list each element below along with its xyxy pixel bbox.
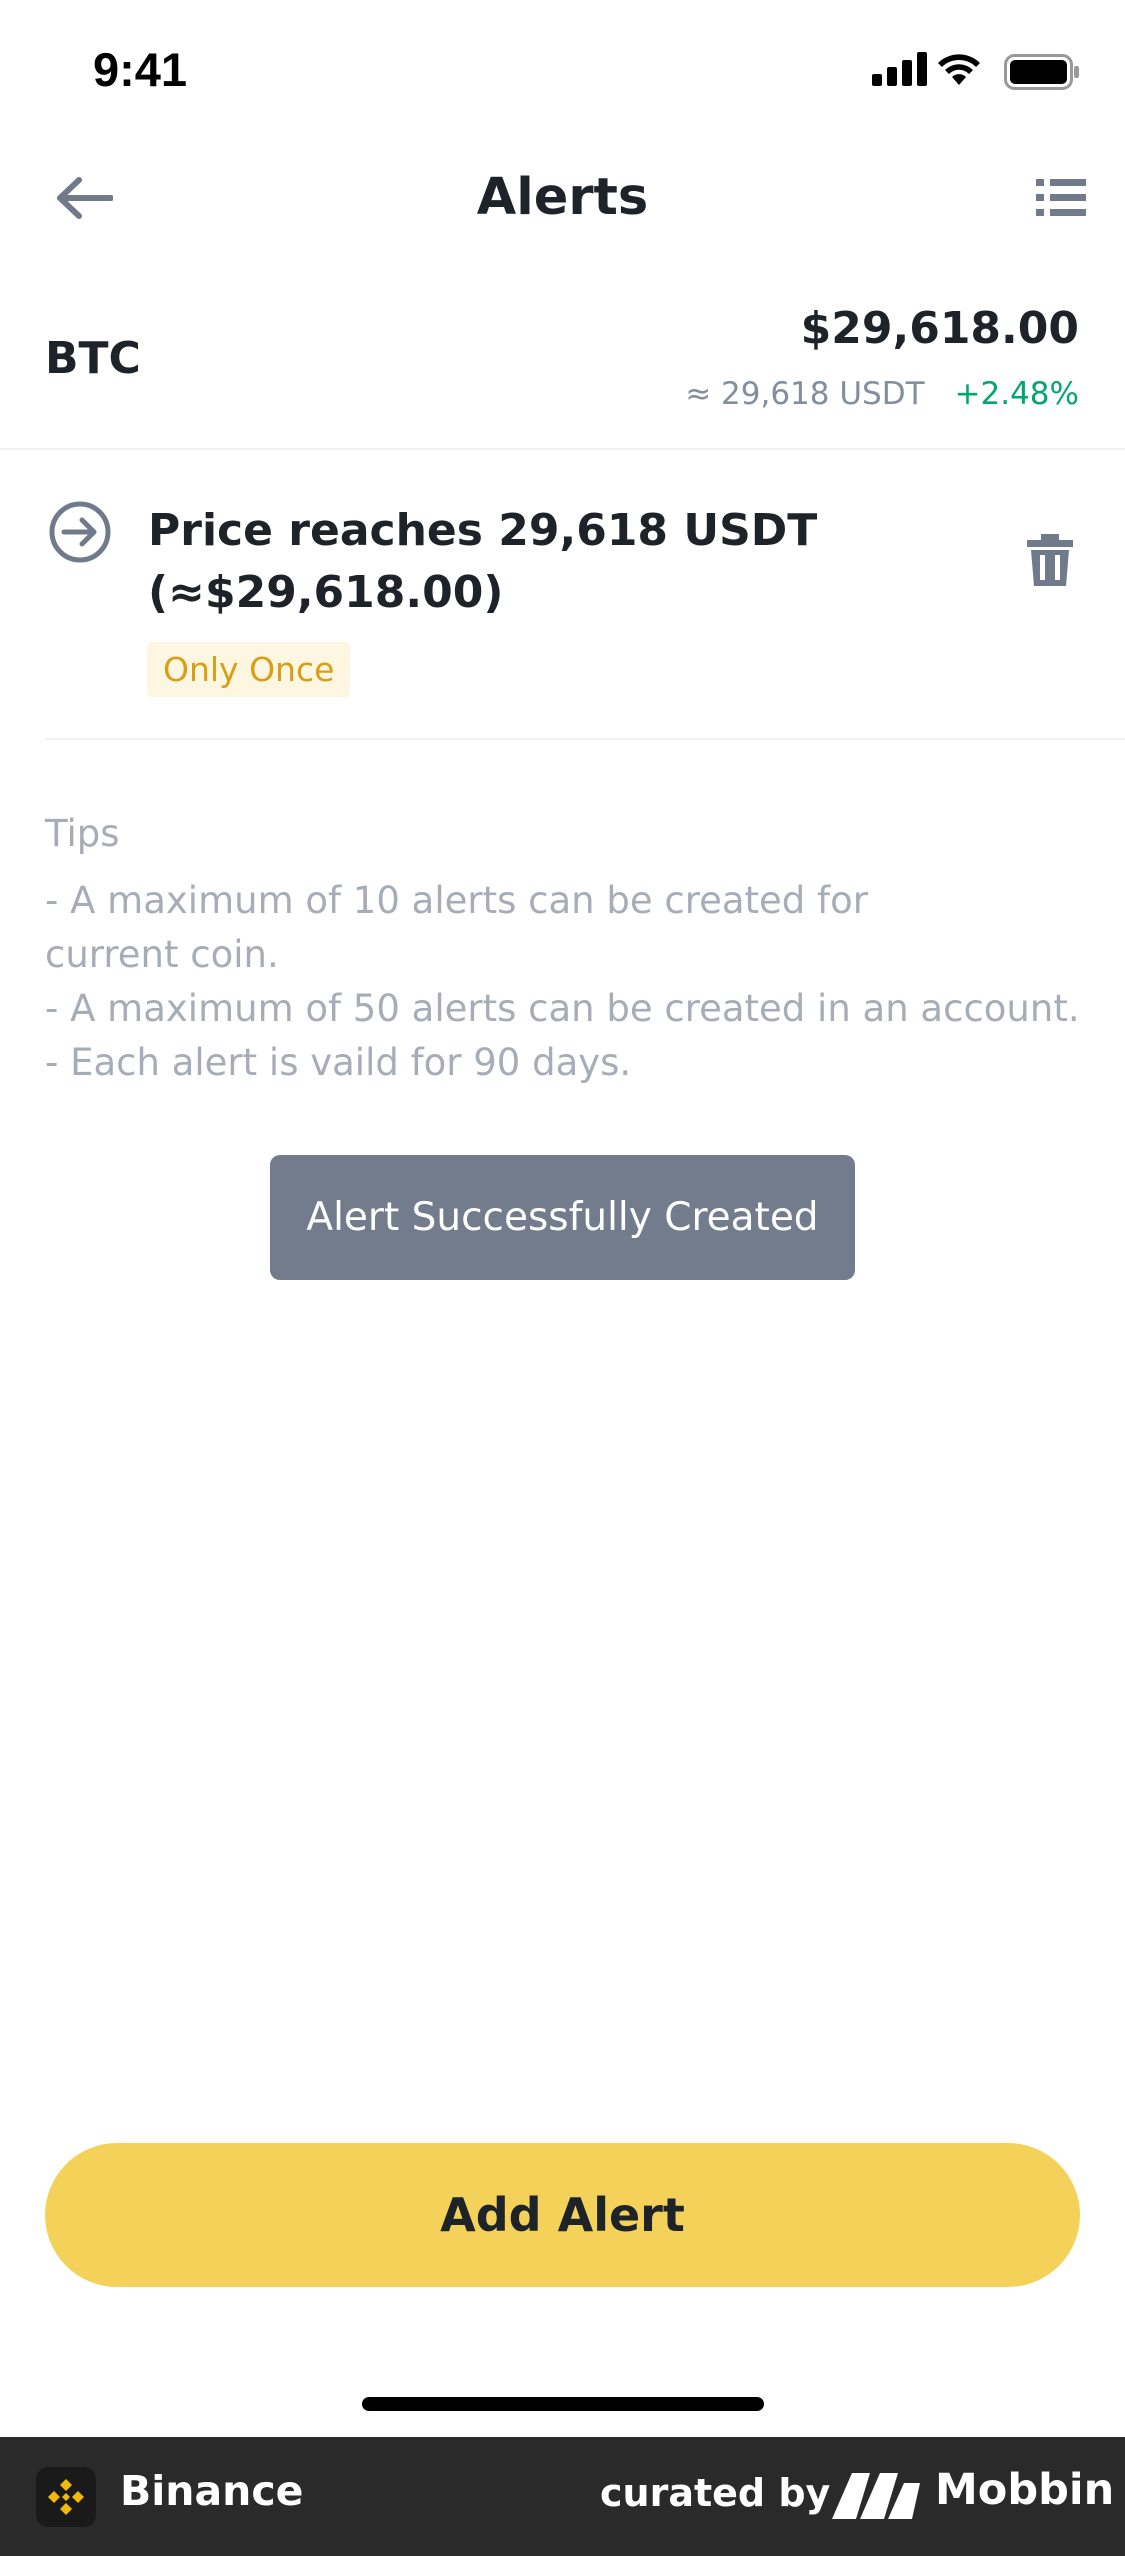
- footer-app-name: Binance: [120, 2467, 304, 2515]
- ticker-usdt-value: ≈ 29,618 USDT: [685, 376, 925, 412]
- alert-condition-line1: Price reaches 29,618 USDT: [148, 505, 818, 556]
- delete-alert-button[interactable]: [1025, 532, 1075, 588]
- divider: [45, 738, 1125, 740]
- page-title: Alerts: [476, 168, 649, 227]
- success-toast: Alert Successfully Created: [270, 1155, 855, 1280]
- add-alert-button[interactable]: Add Alert: [45, 2143, 1080, 2287]
- mobbin-logo-icon: [832, 2473, 920, 2519]
- tips-title: Tips: [45, 812, 120, 855]
- ticker-change: +2.48%: [954, 376, 1079, 412]
- alert-condition-line2: (≈$29,618.00): [148, 567, 504, 618]
- tips-line: current coin.: [45, 933, 279, 976]
- footer-bar: Binance curated by Mobbin: [0, 2437, 1125, 2556]
- list-icon: [1036, 179, 1086, 216]
- home-indicator: [362, 2397, 764, 2411]
- trash-icon: [1027, 534, 1073, 586]
- signal-icon: [872, 52, 927, 86]
- binance-logo-icon: [36, 2467, 96, 2527]
- footer-curated-by: curated by: [600, 2471, 831, 2515]
- wifi-icon: [938, 54, 980, 85]
- ticker-subline: ≈ 29,618 USDT +2.48%: [685, 376, 1079, 412]
- battery-icon: [1004, 54, 1079, 90]
- tips-list: - A maximum of 10 alerts can be created …: [45, 874, 1085, 1090]
- status-time: 9:41: [93, 43, 188, 96]
- alert-condition: Price reaches 29,618 USDT (≈$29,618.00): [148, 500, 868, 624]
- ticker-price: $29,618.00: [800, 303, 1079, 354]
- alert-list-button[interactable]: [1025, 166, 1097, 230]
- tips-line: - A maximum of 50 alerts can be created …: [45, 987, 1080, 1030]
- ticker-symbol: BTC: [45, 333, 141, 384]
- footer-brand: Mobbin: [935, 2465, 1115, 2515]
- divider: [0, 448, 1125, 450]
- tips-line: - Each alert is vaild for 90 days.: [45, 1041, 632, 1084]
- tips-line: - A maximum of 10 alerts can be created …: [45, 879, 868, 922]
- arrow-right-circle-icon: [49, 501, 111, 563]
- alert-frequency-badge: Only Once: [147, 642, 351, 697]
